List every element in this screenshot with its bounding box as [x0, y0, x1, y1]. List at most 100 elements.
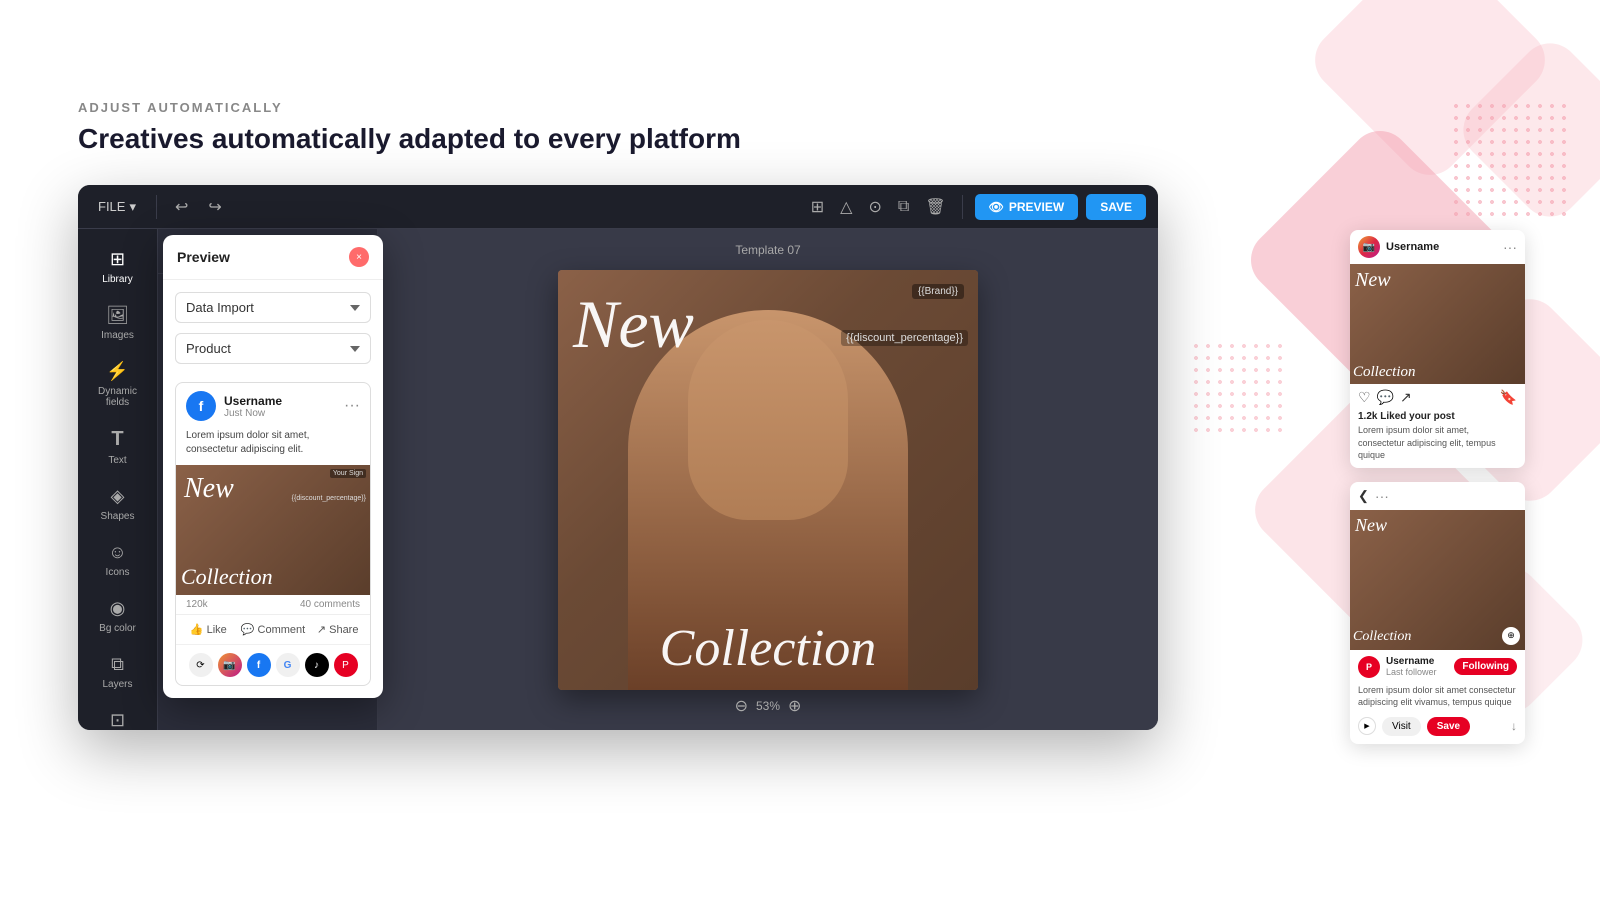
zoom-out-button[interactable]: ⊖	[735, 696, 748, 716]
pin-actions: ▶ Visit Save ↓	[1350, 713, 1525, 744]
layers-icon[interactable]: ⊞	[807, 193, 828, 221]
ig-heart-icon[interactable]: ♡	[1358, 389, 1371, 406]
canvas-discount-tag: {{discount_percentage}}	[841, 330, 968, 346]
fb-comment-button[interactable]: 💬 Comment	[241, 619, 306, 640]
save-button[interactable]: SAVE	[1086, 194, 1146, 220]
ig-comment-icon[interactable]: 💬	[1377, 389, 1394, 406]
toolbar-divider-2	[962, 195, 963, 219]
model-face	[688, 320, 848, 520]
toolbar-divider	[156, 195, 157, 219]
layers-nav-icon: ⧉	[111, 654, 124, 675]
resize-icon: ⊡	[110, 710, 125, 730]
undo-button[interactable]: ↩	[169, 193, 194, 221]
ig-story-zoom-icon[interactable]: ⊕	[1502, 627, 1520, 645]
sidebar-item-library[interactable]: ⊞ Library	[84, 241, 152, 293]
canvas-zoom-bar: ⊖ 53% ⊕	[735, 696, 802, 716]
delete-icon[interactable]: 🗑	[921, 193, 949, 221]
sidebar-item-bg-color[interactable]: ◉ Bg color	[84, 590, 152, 642]
preview-button[interactable]: 👁 PREVIEW	[975, 194, 1079, 220]
pin-visit-button[interactable]: Visit	[1382, 717, 1421, 736]
fb-likes: 120k	[186, 599, 208, 610]
sidebar-item-images[interactable]: 🖼 Images	[84, 297, 152, 349]
redo-button[interactable]: ↪	[202, 193, 227, 221]
sidebar-item-text[interactable]: T Text	[84, 420, 152, 474]
pin-avatar: P	[1358, 656, 1380, 678]
share-icon: ↗	[317, 623, 326, 636]
ig-post-image: New Collection	[1350, 264, 1525, 384]
fb-discount-tag: {{discount_percentage}}	[292, 495, 366, 502]
social-icon-google[interactable]: G	[276, 653, 300, 677]
text-icon: T	[111, 428, 123, 451]
pin-following-button[interactable]: Following	[1454, 658, 1517, 675]
ig-more-icon[interactable]: ···	[1503, 239, 1517, 255]
fb-more-icon[interactable]: ···	[344, 397, 360, 415]
sidebar-item-resize[interactable]: ⊡ Resize	[84, 702, 152, 730]
copy-icon[interactable]: ⧉	[894, 194, 913, 220]
template-label: Template 07	[735, 243, 800, 257]
shapes-icon: ◈	[111, 486, 125, 507]
fb-text-collection: Collection	[181, 564, 273, 590]
sidebar-item-icons[interactable]: ☺ Icons	[84, 534, 152, 586]
comment-icon: 💬	[241, 623, 255, 636]
ig-text-new: New	[1355, 269, 1391, 292]
fb-avatar: f	[186, 391, 216, 421]
fb-brand-tag: Your Sign	[330, 469, 366, 478]
fb-username: Username	[224, 394, 282, 408]
sidebar: ⊞ Library 🖼 Images ⚡ Dynamic fields T Te…	[78, 229, 158, 730]
fb-user-info: Username Just Now	[224, 394, 282, 419]
shapes-icon[interactable]: △	[836, 193, 856, 221]
pin-download-icon[interactable]: ↓	[1511, 719, 1517, 733]
facebook-preview-card: f Username Just Now ··· Lorem ipsum dolo…	[175, 382, 371, 686]
ig-story-more-icon[interactable]: ···	[1375, 488, 1389, 504]
preview-modal: Preview × Data Import Product f Username…	[163, 235, 383, 698]
preview-modal-title: Preview	[177, 249, 230, 265]
main-headline: Creatives automatically adapted to every…	[78, 123, 741, 155]
social-icon-pinterest[interactable]: P	[334, 653, 358, 677]
social-icon-instagram[interactable]: 📷	[218, 653, 242, 677]
ig-share-icon[interactable]: ↗	[1400, 389, 1412, 406]
ig-story-back-icon[interactable]: ❮	[1358, 488, 1369, 504]
fb-post-image: Your Sign {{discount_percentage}} New Co…	[176, 465, 370, 595]
close-icon: ×	[356, 252, 362, 263]
canvas-text-collection: Collection	[563, 623, 973, 675]
preview-modal-header: Preview ×	[163, 235, 383, 280]
canvas-text-new: New	[573, 290, 694, 358]
sidebar-item-shapes[interactable]: ◈ Shapes	[84, 478, 152, 530]
preview-modal-close-button[interactable]: ×	[349, 247, 369, 267]
pin-save-button[interactable]: Save	[1427, 717, 1470, 736]
right-panel: 📷 Username ··· New Collection ♡ 💬 ↗ 🔖 1.…	[1350, 230, 1540, 744]
app-window: FILE ▾ ↩ ↪ ⊞ △ ⊙ ⧉ 🗑 👁 PREVIEW SAVE ⊞	[78, 185, 1158, 730]
bg-color-icon: ◉	[110, 598, 126, 619]
zoom-level: 53%	[756, 699, 780, 713]
ig-text-collection: Collection	[1353, 364, 1416, 381]
social-icon-tiktok[interactable]: ♪	[305, 653, 329, 677]
diamond-2	[1451, 31, 1600, 229]
ig-likes: 1.2k Liked your post	[1350, 411, 1525, 422]
undo-icon: ↩	[175, 199, 188, 216]
ig-save-icon[interactable]: 🔖	[1500, 389, 1517, 406]
diamond-1	[1303, 0, 1558, 187]
canvas-frame[interactable]: {{Brand}} {{discount_percentage}} New Co…	[558, 270, 978, 690]
canvas-brand-tag: {{Brand}}	[912, 284, 964, 299]
ig-image-bg: New Collection	[1350, 264, 1525, 384]
data-import-select[interactable]: Data Import	[175, 292, 371, 323]
pin-footer: P Username Last follower Following	[1350, 650, 1525, 684]
icons-icon: ☺	[108, 542, 126, 563]
fb-share-button[interactable]: ↗ Share	[305, 619, 370, 640]
ig-caption: Lorem ipsum dolor sit amet, consectetur …	[1350, 422, 1525, 468]
fb-like-button[interactable]: 👍 Like	[176, 619, 241, 640]
social-icon-facebook[interactable]: f	[247, 653, 271, 677]
sidebar-item-dynamic[interactable]: ⚡ Dynamic fields	[84, 353, 152, 416]
dynamic-icon: ⚡	[106, 361, 128, 382]
social-icon-rewind[interactable]: ⟳	[189, 653, 213, 677]
file-menu-button[interactable]: FILE ▾	[90, 195, 144, 219]
pin-follower: Last follower	[1386, 667, 1448, 677]
product-select[interactable]: Product	[175, 333, 371, 364]
zoom-in-button[interactable]: ⊕	[788, 696, 801, 716]
share-icon[interactable]: ⊙	[864, 193, 885, 221]
sidebar-item-layers[interactable]: ⧉ Layers	[84, 646, 152, 698]
ig-actions-row: ♡ 💬 ↗ 🔖	[1350, 384, 1525, 411]
pin-play-button[interactable]: ▶	[1358, 717, 1376, 735]
canvas-area[interactable]: Template 07 {{Brand}} {{discount_percent…	[378, 229, 1158, 730]
pin-username: Username	[1386, 656, 1448, 667]
